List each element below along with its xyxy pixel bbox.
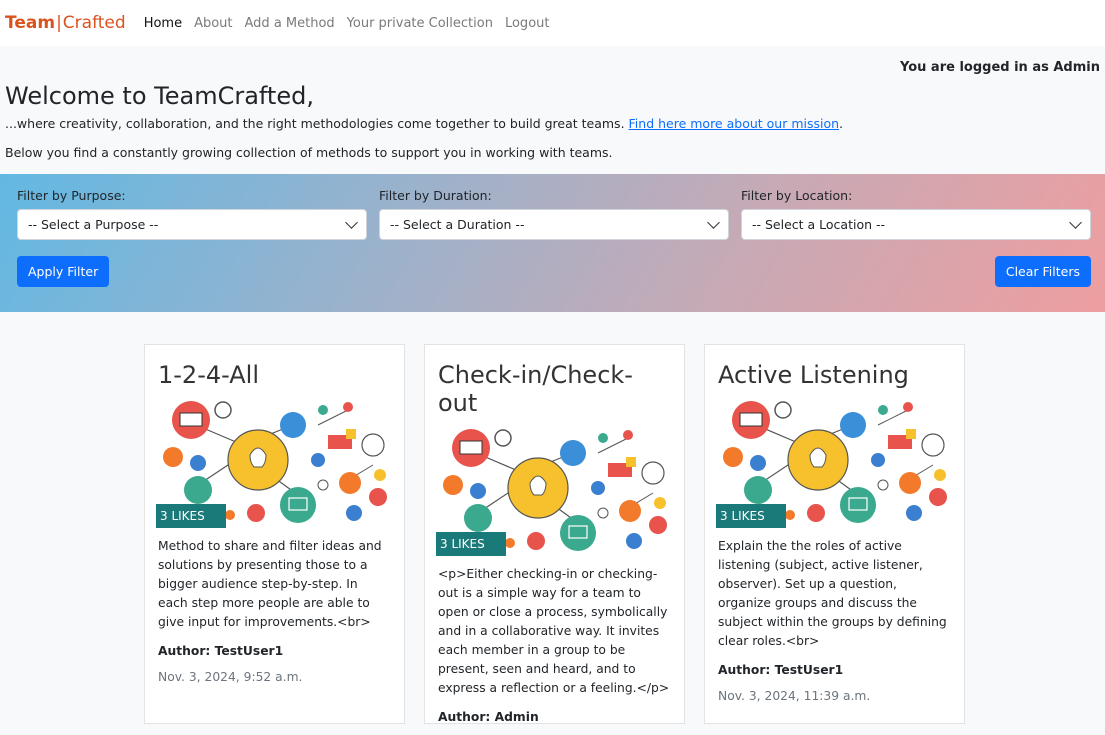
method-title[interactable]: Active Listening bbox=[718, 361, 951, 389]
intro-text: ...where creativity, collaboration, and … bbox=[5, 116, 1100, 131]
purpose-select-value: -- Select a Purpose -- bbox=[28, 217, 159, 232]
duration-filter: Filter by Duration: -- Select a Duration… bbox=[379, 188, 729, 240]
intro-period: . bbox=[839, 116, 844, 131]
method-illustration: 3 LIKES bbox=[716, 395, 953, 528]
brand-separator: | bbox=[56, 13, 62, 33]
nav-private-collection[interactable]: Your private Collection bbox=[347, 16, 493, 31]
page-title: Welcome to TeamCrafted, bbox=[5, 82, 314, 110]
purpose-select[interactable]: -- Select a Purpose -- bbox=[17, 209, 367, 240]
collection-subtitle: Below you find a constantly growing coll… bbox=[5, 145, 613, 160]
duration-select-value: -- Select a Duration -- bbox=[390, 217, 525, 232]
method-illustration: 3 LIKES bbox=[436, 423, 673, 556]
duration-select[interactable]: -- Select a Duration -- bbox=[379, 209, 729, 240]
method-author: Author: Admin bbox=[438, 710, 539, 724]
location-select-value: -- Select a Location -- bbox=[752, 217, 886, 232]
mission-link[interactable]: Find here more about our mission bbox=[629, 116, 840, 131]
method-card[interactable]: Active Listening 3 LIKES Explain the the… bbox=[704, 344, 965, 724]
method-description: Explain the the roles of active listenin… bbox=[718, 539, 947, 648]
method-card[interactable]: Check-in/Check-out 3 LIKES <p>Either che… bbox=[424, 344, 685, 724]
purpose-filter-label: Filter by Purpose: bbox=[17, 188, 126, 203]
location-filter-label: Filter by Location: bbox=[741, 188, 853, 203]
method-card[interactable]: 1-2-4-All 3 LIKES Method to share and fi… bbox=[144, 344, 405, 724]
chevron-down-icon bbox=[707, 216, 720, 229]
navbar: Team | Crafted Home About Add a Method Y… bbox=[0, 0, 1105, 46]
method-description: Method to share and filter ideas and sol… bbox=[158, 539, 382, 629]
nav-about[interactable]: About bbox=[194, 16, 232, 31]
brand-team: Team bbox=[5, 13, 56, 33]
nav-home[interactable]: Home bbox=[144, 16, 182, 31]
purpose-filter: Filter by Purpose: -- Select a Purpose -… bbox=[17, 188, 367, 240]
method-description: <p>Either checking-in or checking-out is… bbox=[438, 567, 670, 695]
method-date: Nov. 3, 2024, 11:39 a.m. bbox=[718, 689, 871, 703]
method-title[interactable]: 1-2-4-All bbox=[158, 361, 391, 389]
likes-badge: 3 LIKES bbox=[716, 504, 786, 528]
welcome-section: Welcome to TeamCrafted, ...where creativ… bbox=[0, 82, 1105, 160]
method-title[interactable]: Check-in/Check-out bbox=[438, 361, 671, 417]
method-author: Author: TestUser1 bbox=[718, 663, 844, 677]
location-select[interactable]: -- Select a Location -- bbox=[741, 209, 1091, 240]
nav-add-method[interactable]: Add a Method bbox=[245, 16, 335, 31]
brand-logo[interactable]: Team | Crafted bbox=[5, 13, 126, 33]
likes-badge: 3 LIKES bbox=[436, 532, 506, 556]
apply-filter-button[interactable]: Apply Filter bbox=[17, 256, 110, 287]
method-date: Nov. 3, 2024, 9:52 a.m. bbox=[158, 670, 303, 684]
brand-crafted: Crafted bbox=[62, 13, 126, 33]
intro-sentence: ...where creativity, collaboration, and … bbox=[5, 116, 629, 131]
duration-filter-label: Filter by Duration: bbox=[379, 188, 492, 203]
chevron-down-icon bbox=[1069, 216, 1082, 229]
nav-logout[interactable]: Logout bbox=[505, 16, 550, 31]
clear-filters-button[interactable]: Clear Filters bbox=[994, 256, 1091, 287]
location-filter: Filter by Location: -- Select a Location… bbox=[741, 188, 1091, 240]
method-author: Author: TestUser1 bbox=[158, 644, 284, 658]
likes-badge: 3 LIKES bbox=[156, 504, 226, 528]
filter-panel: Filter by Purpose: -- Select a Purpose -… bbox=[0, 174, 1105, 312]
method-illustration: 3 LIKES bbox=[156, 395, 393, 528]
method-card-list: 1-2-4-All 3 LIKES Method to share and fi… bbox=[0, 312, 1105, 724]
chevron-down-icon bbox=[345, 216, 358, 229]
login-status: You are logged in as Admin bbox=[899, 60, 1100, 75]
